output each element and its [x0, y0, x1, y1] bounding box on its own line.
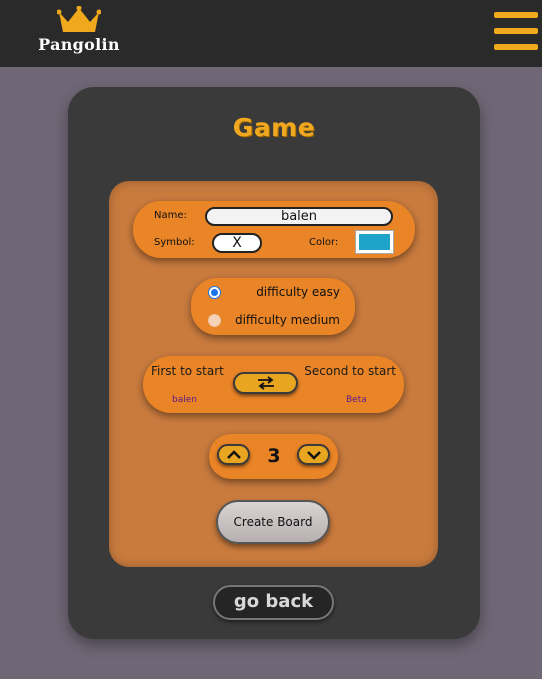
chevron-down-icon	[307, 451, 321, 460]
brand-name: Pangolin	[38, 35, 120, 54]
name-input[interactable]	[205, 207, 393, 226]
second-player-name: Beta	[346, 395, 367, 405]
hamburger-menu-icon[interactable]	[494, 12, 538, 54]
decrease-size-button[interactable]	[297, 444, 330, 465]
game-card: Game Name: Symbol: Color: difficulty eas…	[68, 87, 480, 639]
settings-panel: Name: Symbol: Color: difficulty easy dif…	[109, 181, 438, 567]
color-label: Color:	[309, 237, 339, 248]
first-to-start-label: First to start	[151, 364, 224, 378]
first-player-name: balen	[172, 395, 197, 405]
board-size-stepper: 3	[209, 434, 338, 479]
brand-logo[interactable]: Pangolin	[38, 6, 120, 58]
top-navbar: Pangolin	[0, 0, 542, 67]
difficulty-selector: difficulty easy difficulty medium	[191, 278, 355, 335]
difficulty-easy-label: difficulty easy	[256, 285, 340, 299]
difficulty-medium-radio[interactable]	[208, 314, 221, 327]
swap-arrows-icon	[258, 376, 274, 390]
difficulty-easy-radio[interactable]	[208, 286, 221, 299]
color-swatch	[359, 234, 390, 250]
name-label: Name:	[154, 210, 187, 221]
player-settings: Name: Symbol: Color:	[133, 201, 415, 258]
swap-order-button[interactable]	[233, 372, 298, 394]
symbol-label: Symbol:	[154, 237, 195, 248]
difficulty-medium-label: difficulty medium	[234, 313, 340, 327]
increase-size-button[interactable]	[217, 444, 250, 465]
go-back-button[interactable]: go back	[213, 585, 334, 620]
board-size-value: 3	[267, 445, 281, 467]
crown-icon	[57, 6, 101, 32]
chevron-up-icon	[227, 450, 241, 459]
symbol-input[interactable]	[212, 233, 262, 253]
turn-order: First to start Second to start balen Bet…	[143, 356, 404, 413]
second-to-start-label: Second to start	[304, 364, 396, 378]
create-board-button[interactable]: Create Board	[216, 500, 330, 544]
color-picker[interactable]	[355, 230, 394, 254]
page-title: Game	[232, 113, 316, 142]
